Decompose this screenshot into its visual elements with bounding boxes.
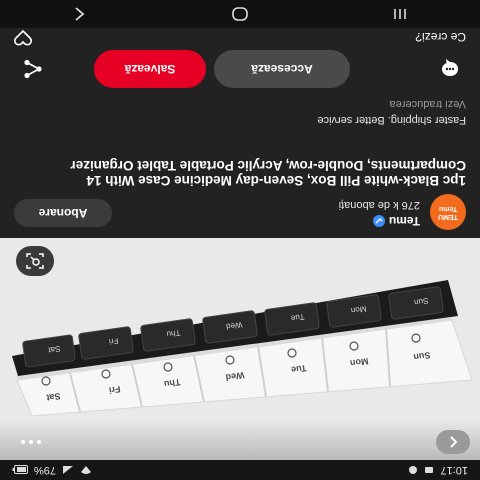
recents-button[interactable]	[380, 4, 420, 24]
day-label-tue: Tue	[291, 363, 308, 375]
seller-row: TEMU Temu Temu 276 k de abonați Abonare	[14, 194, 466, 230]
seller-avatar[interactable]: TEMU Temu	[430, 194, 466, 230]
signal-icon	[62, 465, 74, 475]
pill-organizer-image: Sun Mon Tue Wed Thu Fri Sat Sun Mon Tue …	[12, 280, 472, 417]
battery-percent: 79%	[34, 464, 57, 476]
pin-description: Faster shipping. Better service	[317, 114, 466, 126]
pin-title: 1pc Black-white Pill Box, Seven-day Medi…	[70, 158, 466, 188]
visit-button[interactable]: Accesează	[214, 50, 350, 88]
heart-icon	[14, 29, 32, 46]
share-icon	[24, 59, 42, 79]
system-back-button[interactable]	[60, 4, 100, 24]
heart-button[interactable]	[14, 29, 32, 46]
save-button[interactable]: Salvează	[94, 50, 206, 88]
notification-icon	[424, 465, 434, 475]
status-bar: 10:17 79%	[0, 460, 480, 480]
svg-text:Fri: Fri	[108, 336, 119, 346]
pin-details: TEMU Temu Temu 276 k de abonați Abonare …	[0, 28, 480, 238]
action-row: Accesează Salvează	[0, 46, 480, 90]
more-options-button[interactable]	[14, 432, 48, 452]
seller-logo-subtext: Temu	[438, 205, 458, 212]
back-arrow-icon	[75, 7, 85, 21]
comment-button[interactable]	[440, 58, 460, 78]
chevron-left-icon	[450, 436, 458, 448]
app-icon	[408, 465, 418, 475]
svg-text:Thu: Thu	[166, 328, 181, 339]
translate-link[interactable]: Vezi traducerea	[390, 98, 466, 110]
day-label-fri: Fri	[108, 384, 121, 396]
status-time: 10:17	[440, 464, 468, 476]
recents-icon	[394, 9, 406, 19]
back-button[interactable]	[436, 430, 470, 454]
seller-followers: 276 k de abonați	[338, 199, 420, 211]
lens-icon	[26, 253, 44, 269]
feedback-row: Ce crezi?	[0, 28, 480, 48]
share-button[interactable]	[22, 58, 44, 80]
battery-icon	[12, 465, 28, 475]
comment-icon	[442, 59, 458, 76]
seller-logo-text: TEMU	[438, 213, 458, 220]
more-dots-icon	[37, 440, 41, 444]
verified-icon	[372, 215, 385, 227]
more-dot	[21, 440, 25, 444]
home-button[interactable]	[220, 4, 260, 24]
feedback-question: Ce crezi?	[415, 30, 466, 44]
more-dot	[29, 440, 33, 444]
seller-name[interactable]: Temu	[372, 214, 420, 228]
follow-button[interactable]: Abonare	[14, 199, 112, 227]
svg-text:Sat: Sat	[47, 344, 61, 355]
home-icon	[232, 7, 248, 21]
system-nav-bar	[0, 0, 480, 28]
wifi-icon	[80, 465, 92, 475]
seller-name-text: Temu	[388, 214, 420, 228]
image-gradient	[0, 420, 480, 460]
day-label-sat: Sat	[46, 391, 61, 403]
product-image[interactable]: Sun Mon Tue Wed Thu Fri Sat Sun Mon Tue …	[0, 238, 480, 460]
visual-search-button[interactable]	[16, 246, 54, 276]
screen: 10:17 79% Sun Mon Tue Wed Thu Fri Sat Su…	[0, 0, 480, 480]
